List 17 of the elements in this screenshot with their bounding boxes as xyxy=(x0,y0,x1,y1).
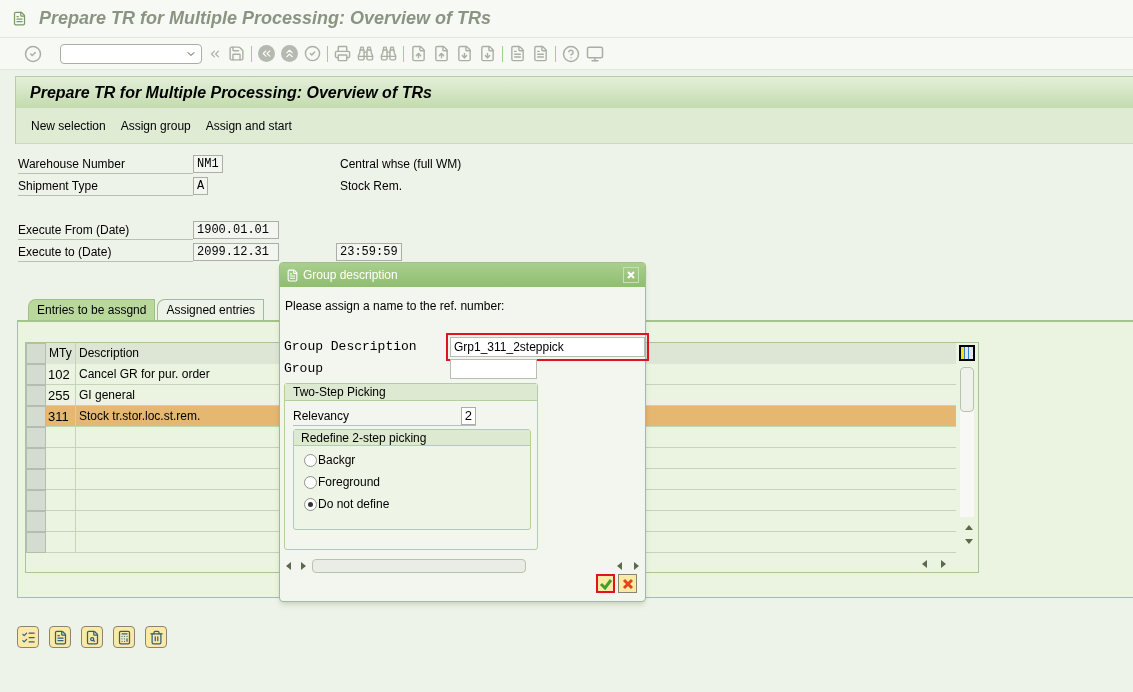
group-title: Redefine 2-step picking xyxy=(301,431,427,445)
dialog-title: Group description xyxy=(303,267,398,284)
field-label: Relevancy xyxy=(293,408,351,425)
field-description: Stock Rem. xyxy=(340,178,402,195)
field-description: Central whse (full WM) xyxy=(340,156,462,173)
field-label: Execute From (Date) xyxy=(18,220,193,240)
table-cell: 311 xyxy=(46,406,76,427)
field-label: Group Description xyxy=(284,338,418,357)
screen-title: Prepare TR for Multiple Processing: Overview of TRs xyxy=(30,82,432,103)
field-label: Execute to (Date) xyxy=(18,242,193,262)
window-title: Prepare TR for Multiple Processing: Overview of TRs xyxy=(39,7,492,30)
field-label: Shipment Type xyxy=(18,176,193,196)
table-cell: 255 xyxy=(46,385,76,406)
group-title: Two-Step Picking xyxy=(293,385,386,399)
table-cell: 102 xyxy=(46,364,76,385)
dialog-prompt: Please assign a name to the ref. number: xyxy=(285,298,506,315)
field-label: Warehouse Number xyxy=(18,154,193,174)
